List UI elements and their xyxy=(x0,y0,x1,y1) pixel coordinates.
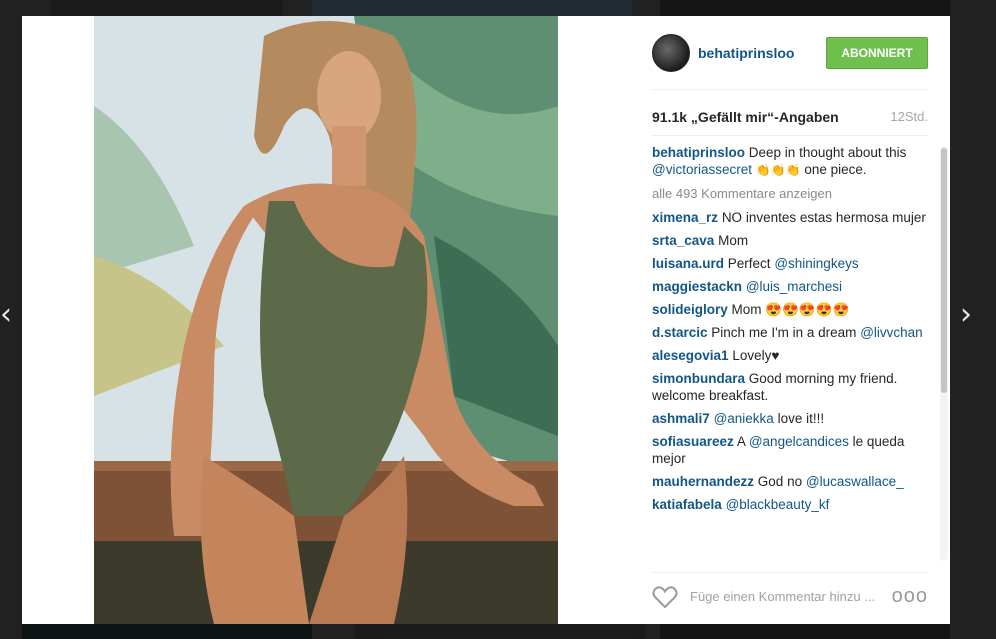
mention-link[interactable]: @livvchan xyxy=(860,325,922,340)
caption-text: one piece. xyxy=(804,162,867,177)
post-time[interactable]: 12Std. xyxy=(890,109,928,124)
mention-link[interactable]: @aniekka xyxy=(714,411,774,426)
scrollbar-thumb[interactable] xyxy=(941,148,947,393)
comment: ashmali7 @aniekka love it!!! xyxy=(652,410,934,427)
comment-username[interactable]: behatiprinsloo xyxy=(652,145,745,160)
comment-text: Pinch me I'm in a dream xyxy=(711,325,857,340)
comment-text: Mom xyxy=(718,233,749,248)
comments-scrollbar[interactable] xyxy=(940,146,948,561)
comment: luisana.urd Perfect @shiningkeys xyxy=(652,255,934,272)
comment-text: A xyxy=(736,434,746,449)
mention-link[interactable]: @lucaswallace_ xyxy=(806,474,904,489)
comment-text: Perfect xyxy=(727,256,771,271)
mention-link[interactable]: @luis_marchesi xyxy=(746,279,842,294)
load-more-comments[interactable]: alle 493 Kommentare anzeigen xyxy=(652,185,934,202)
comment: srta_cava Mom xyxy=(652,232,934,249)
caption-text: Deep in thought about this xyxy=(748,145,907,160)
comment: simonbundara Good morning my friend. wel… xyxy=(652,370,934,404)
comment-text: Mom 😍😍😍😍😍 xyxy=(731,302,850,317)
comment: d.starcic Pinch me I'm in a dream @livvc… xyxy=(652,324,934,341)
post-owner-username[interactable]: behatiprinsloo xyxy=(698,45,794,61)
comment-username[interactable]: mauhernandezz xyxy=(652,474,754,489)
comment-text: Lovely♥ xyxy=(732,348,780,363)
comment: solideiglory Mom 😍😍😍😍😍 xyxy=(652,301,934,318)
comment-username[interactable]: srta_cava xyxy=(652,233,714,248)
post-header: behatiprinsloo ABONNIERT xyxy=(652,34,928,74)
divider xyxy=(652,89,928,90)
comment-footer: Füge einen Kommentar hinzu ... ooo xyxy=(652,572,928,613)
comment-text: God no xyxy=(757,474,803,489)
post-sidebar: behatiprinsloo ABONNIERT 91.1k „Gefällt … xyxy=(640,16,950,624)
comment-username[interactable]: luisana.urd xyxy=(652,256,724,271)
comments-list: behatiprinsloo Deep in thought about thi… xyxy=(652,144,934,564)
comment: mauhernandezz God no @lucaswallace_ xyxy=(652,473,934,490)
comment-username[interactable]: maggiestackn xyxy=(652,279,742,294)
comment: ximena_rz NO inventes estas hermosa muje… xyxy=(652,209,934,226)
comment-username[interactable]: sofiasuareez xyxy=(652,434,734,449)
comment: alesegovia1 Lovely♥ xyxy=(652,347,934,364)
chevron-right-icon[interactable]: › xyxy=(960,300,972,330)
mention-link[interactable]: @blackbeauty_kf xyxy=(726,497,830,512)
comment-username[interactable]: katiafabela xyxy=(652,497,722,512)
avatar[interactable] xyxy=(652,34,690,72)
heart-icon[interactable] xyxy=(652,585,678,609)
comment-username[interactable]: ashmali7 xyxy=(652,411,710,426)
mention-link[interactable]: @victoriassecret xyxy=(652,162,752,177)
caption-emoji: 👏👏👏 xyxy=(755,163,801,177)
comment-username[interactable]: d.starcic xyxy=(652,325,708,340)
divider xyxy=(652,135,928,136)
comment-text: love it!!! xyxy=(777,411,825,426)
comment: maggiestackn @luis_marchesi xyxy=(652,278,934,295)
mention-link[interactable]: @angelcandices xyxy=(749,434,849,449)
photo-panel xyxy=(22,16,630,624)
comment: sofiasuareez A @angelcandices le queda m… xyxy=(652,433,934,467)
comment-input[interactable]: Füge einen Kommentar hinzu ... xyxy=(690,589,875,604)
comment-username[interactable]: alesegovia1 xyxy=(652,348,729,363)
caption: behatiprinsloo Deep in thought about thi… xyxy=(652,144,934,179)
post-modal: behatiprinsloo ABONNIERT 91.1k „Gefällt … xyxy=(22,16,950,624)
comment-username[interactable]: simonbundara xyxy=(652,371,745,386)
comment-text: NO inventes estas hermosa mujer xyxy=(721,210,926,225)
more-options-icon[interactable]: ooo xyxy=(892,585,928,608)
likes-count[interactable]: 91.1k „Gefällt mir“-Angaben xyxy=(652,109,839,125)
chevron-left-icon[interactable]: ‹ xyxy=(0,300,12,330)
post-photo xyxy=(94,16,558,624)
mention-link[interactable]: @shiningkeys xyxy=(774,256,858,271)
comment: katiafabela @blackbeauty_kf xyxy=(652,496,934,513)
comment-username[interactable]: solideiglory xyxy=(652,302,728,317)
follow-button[interactable]: ABONNIERT xyxy=(826,37,928,69)
comment-username[interactable]: ximena_rz xyxy=(652,210,718,225)
